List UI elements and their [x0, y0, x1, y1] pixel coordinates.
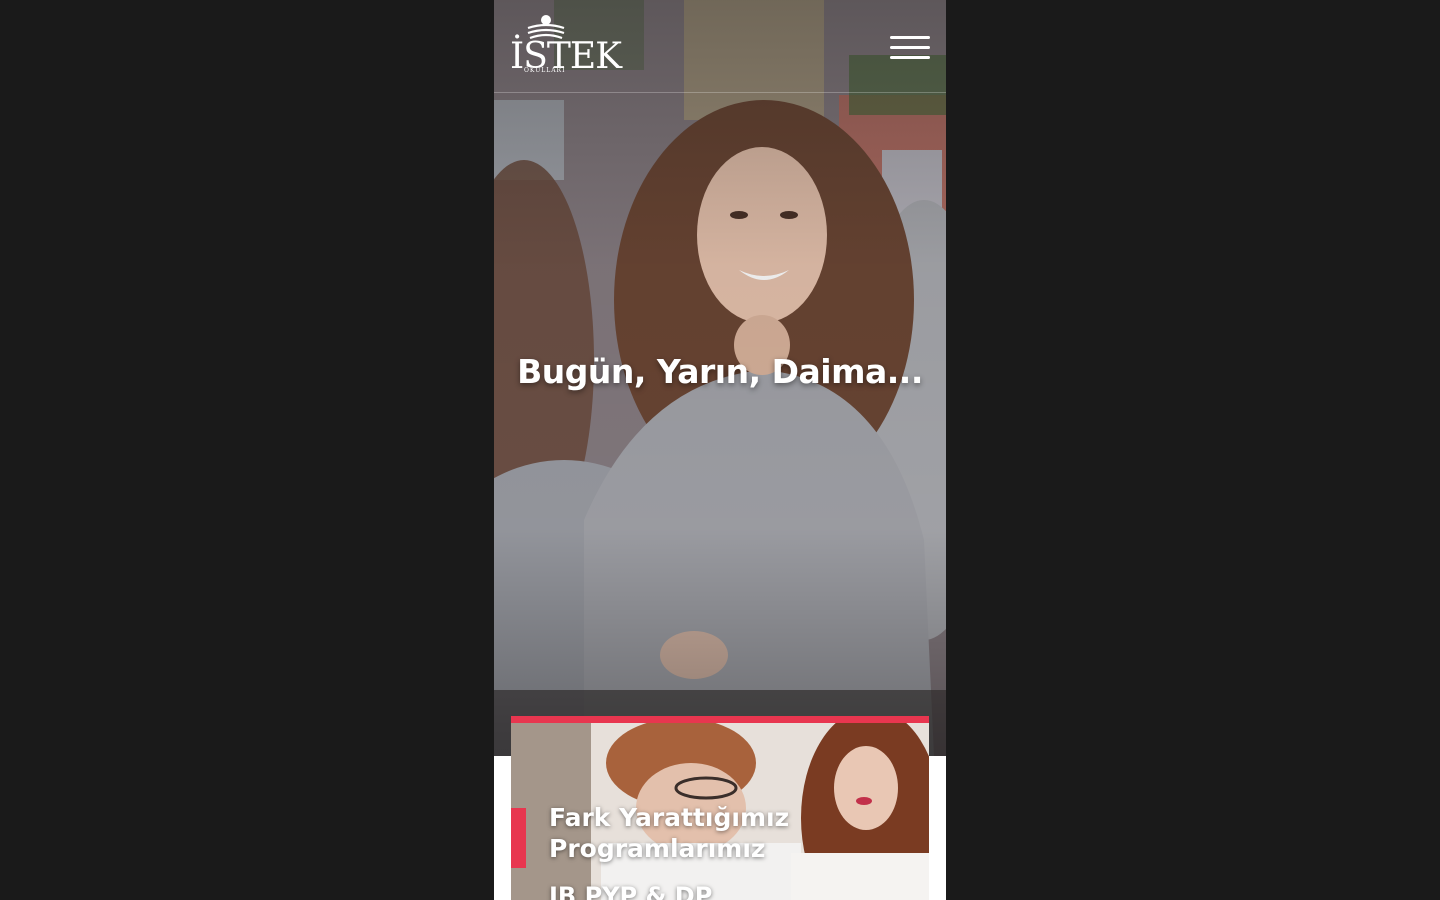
- programs-card-subtitle: IB PYP & DP: [549, 882, 713, 900]
- hero-headline: Bugün, Yarın, Daima...: [517, 352, 923, 391]
- menu-line: [890, 36, 930, 39]
- card-title-accent: [511, 808, 526, 868]
- programs-card-title-line1: Fark Yarattığımız: [549, 803, 790, 832]
- menu-line: [890, 46, 930, 49]
- school-logo[interactable]: İSTEK OKULLARI: [510, 14, 622, 78]
- programs-card[interactable]: Fark Yarattığımız Programlarımız IB PYP …: [511, 716, 929, 900]
- hamburger-menu-icon[interactable]: [890, 34, 932, 64]
- card-accent-bar: [511, 716, 929, 723]
- hero-section: İSTEK OKULLARI Bugün, Yarın, Daima...: [494, 0, 946, 756]
- menu-line: [890, 56, 930, 59]
- site-header: İSTEK OKULLARI: [494, 0, 946, 93]
- programs-card-title: Fark Yarattığımız Programlarımız: [549, 802, 789, 864]
- programs-card-title-line2: Programlarımız: [549, 834, 766, 863]
- logo-subtitle: OKULLARI: [524, 67, 566, 74]
- mobile-viewport: İSTEK OKULLARI Bugün, Yarın, Daima... Fa…: [494, 0, 946, 900]
